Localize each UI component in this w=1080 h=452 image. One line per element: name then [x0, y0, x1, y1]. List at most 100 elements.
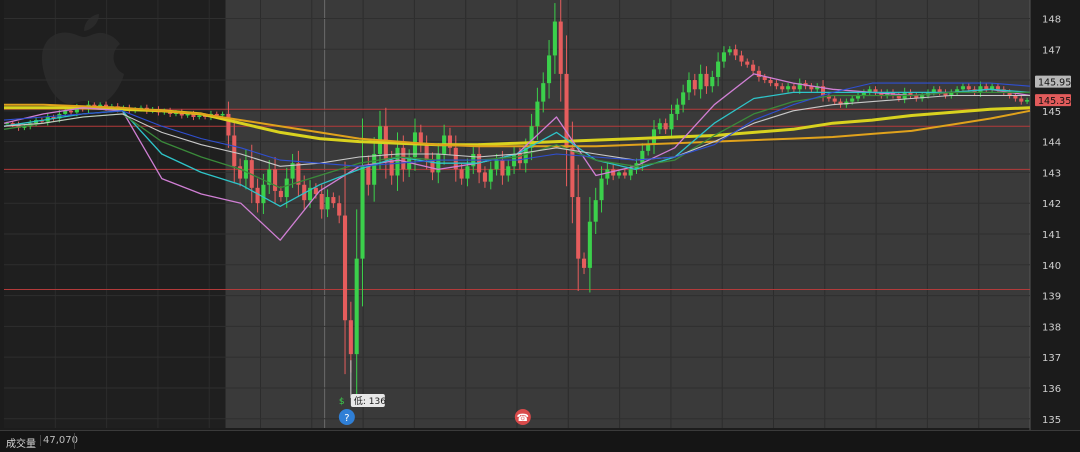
- candle-body: [721, 52, 726, 62]
- candle-body: [342, 215, 348, 321]
- candle-body: [850, 98, 855, 102]
- candle-body: [552, 21, 557, 56]
- candle-body: [220, 113, 225, 116]
- conference-call-icon: ☎: [514, 409, 531, 425]
- candle-body: [243, 160, 248, 179]
- y-tick-label: 148: [1042, 14, 1061, 25]
- regular-session-area: [225, 0, 1031, 428]
- candle-body: [372, 153, 377, 185]
- candle-body: [587, 221, 592, 268]
- y-tick-label: 136: [1042, 384, 1061, 395]
- volume-track: [74, 433, 1028, 449]
- candle-body: [733, 49, 738, 56]
- candle-body: [366, 166, 371, 185]
- candle-body: [780, 86, 785, 90]
- volume-label: 成交量: [6, 439, 36, 450]
- candle-body: [704, 73, 709, 87]
- candle-body: [535, 101, 540, 127]
- candle-body: [494, 160, 499, 170]
- candle-body: [278, 190, 283, 198]
- volume-value: 47,070: [40, 435, 78, 446]
- y-tick-label: 147: [1042, 45, 1061, 56]
- candle-body: [698, 73, 703, 90]
- candle-body: [273, 169, 278, 191]
- low-marker-label: 低: 136: [354, 395, 386, 407]
- y-tick-label: 144: [1042, 138, 1061, 149]
- candle-body: [751, 64, 756, 71]
- candle-body: [786, 86, 791, 90]
- candle-body: [616, 172, 622, 176]
- candle-body: [232, 135, 237, 167]
- price-chart[interactable]: 1481471461451441431421411401391381371361…: [0, 0, 1080, 452]
- earnings-icon-glyph: ?: [344, 413, 349, 424]
- y-tick-label: 143: [1042, 168, 1061, 179]
- candle-body: [599, 178, 604, 201]
- candle-body: [506, 166, 511, 176]
- candle-body: [832, 98, 837, 102]
- candle-body: [995, 86, 1000, 90]
- candle-body: [389, 160, 394, 176]
- candle-body: [325, 197, 330, 210]
- price-tag-label: 145.95: [1038, 78, 1071, 89]
- candle-body: [558, 21, 563, 74]
- candle-body: [716, 61, 721, 77]
- candle-body: [360, 166, 365, 259]
- y-tick-label: 139: [1042, 292, 1061, 303]
- candle-body: [564, 73, 569, 148]
- candle-body: [710, 76, 715, 87]
- y-tick-label: 138: [1042, 322, 1061, 333]
- candle-body: [488, 169, 493, 182]
- candle-body: [465, 166, 470, 179]
- candle-body: [348, 320, 353, 355]
- y-tick-label: 140: [1042, 261, 1061, 272]
- candle-body: [675, 104, 680, 114]
- candle-body: [261, 184, 266, 204]
- candle-body: [960, 86, 966, 90]
- candle-body: [331, 197, 336, 204]
- candle-body: [1025, 100, 1030, 102]
- candle-body: [966, 86, 971, 90]
- candle-body: [284, 178, 289, 198]
- candle-body: [605, 169, 610, 179]
- candle-body: [681, 92, 686, 105]
- candle-body: [657, 123, 662, 130]
- candle-body: [622, 172, 627, 176]
- y-tick-label: 142: [1042, 199, 1061, 210]
- candle-body: [337, 203, 342, 216]
- candle-body: [547, 55, 552, 84]
- candle-body: [727, 49, 732, 53]
- y-tick-label: 137: [1042, 353, 1061, 364]
- candle-body: [692, 80, 697, 90]
- apple-logo-body: [42, 32, 124, 104]
- candlestick-chart-svg[interactable]: 1481471461451441431421411401391381371361…: [0, 0, 1080, 430]
- y-tick-label: 135: [1042, 415, 1061, 426]
- candle-body: [1019, 98, 1024, 102]
- candle-body: [774, 83, 779, 87]
- candle-body: [354, 258, 359, 355]
- candle-body: [768, 80, 773, 84]
- candle-body: [581, 258, 587, 268]
- y-tick-label: 145: [1042, 107, 1061, 118]
- candle-body: [686, 80, 692, 93]
- candle-body: [628, 169, 633, 176]
- volume-panel: 成交量 47,070: [0, 430, 1080, 452]
- candle-body: [541, 83, 546, 102]
- candle-body: [791, 86, 796, 90]
- y-tick-label: 141: [1042, 230, 1061, 241]
- earnings-icon: ?: [338, 409, 355, 425]
- candle-body: [197, 115, 202, 118]
- candle-body: [576, 197, 581, 259]
- conference-call-icon-glyph: ☎: [517, 413, 529, 424]
- candle-body: [500, 160, 505, 176]
- candle-body: [593, 200, 598, 222]
- price-axis-panel: [1030, 0, 1080, 430]
- candle-body: [978, 86, 983, 93]
- candle-body: [739, 55, 744, 62]
- candle-body: [482, 172, 487, 182]
- candle-body: [319, 193, 324, 210]
- candle-body: [745, 61, 750, 65]
- candle-body: [68, 110, 74, 113]
- candle-body: [640, 150, 645, 164]
- candle-body: [669, 113, 674, 130]
- candle-body: [663, 123, 668, 130]
